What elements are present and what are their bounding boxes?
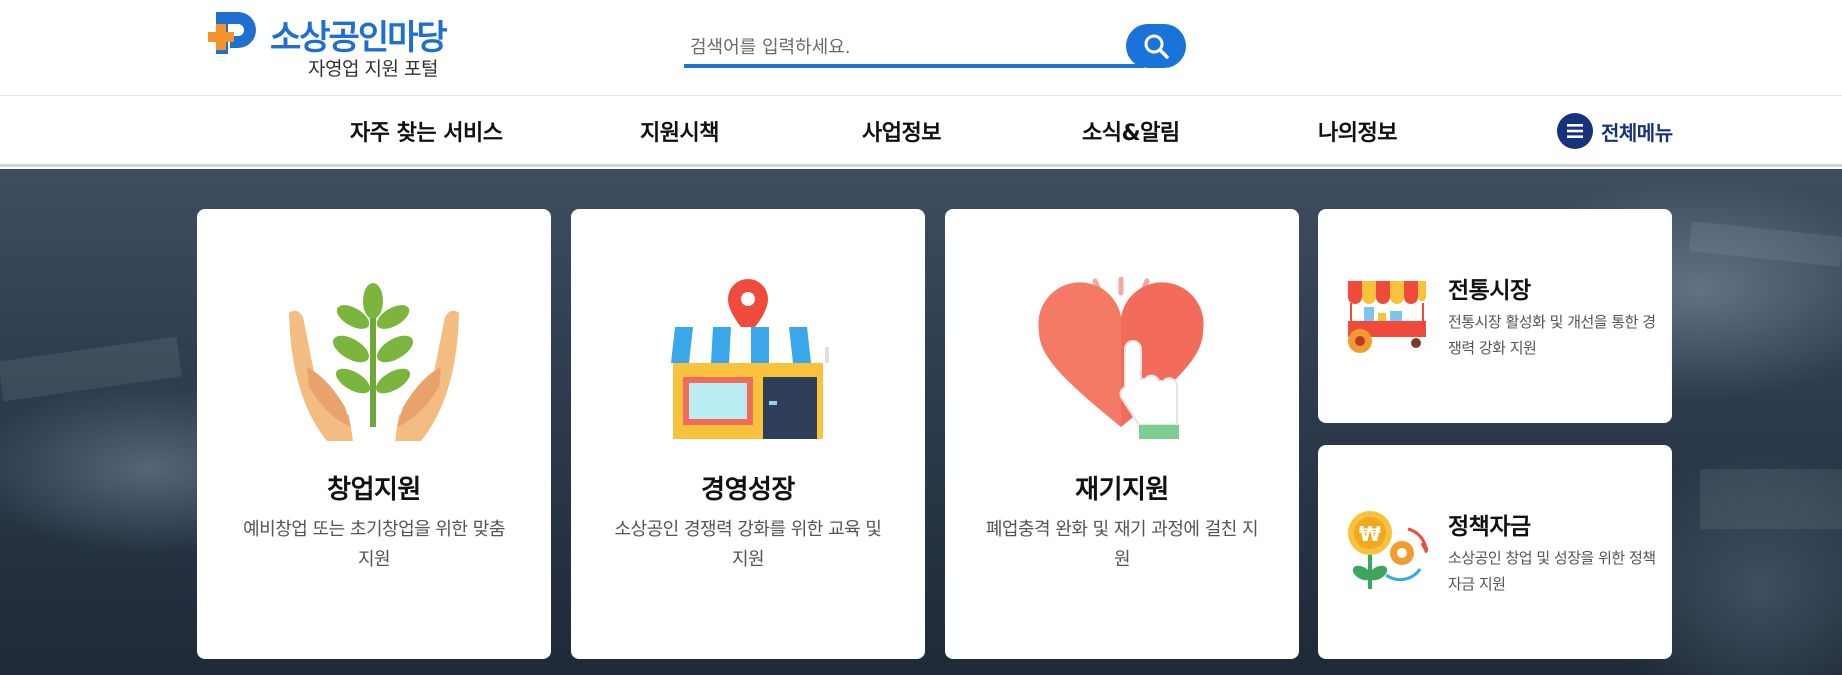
- svg-text:₩: ₩: [1359, 522, 1381, 546]
- logo-mark-icon: [208, 12, 256, 54]
- nav-item-business-info[interactable]: 사업정보: [862, 115, 941, 147]
- card-description: 예비창업 또는 초기창업을 위한 맞춤 지원: [243, 519, 505, 570]
- money-flower-icon: ₩: [1348, 511, 1428, 589]
- search-button[interactable]: [1126, 24, 1186, 68]
- background-blur: [0, 336, 182, 402]
- site-logo[interactable]: 소상공인마당 자영업 지원 포털: [196, 8, 456, 82]
- card-description: 폐업충격 완화 및 재기 과정에 걸친 지원: [985, 519, 1259, 570]
- nav-item-frequent-services[interactable]: 자주 찾는 서비스: [350, 115, 503, 147]
- card-title: 경영성장: [701, 475, 795, 505]
- card-description: 소상공인 경쟁력 강화를 위한 교육 및 지원: [614, 519, 882, 570]
- card-title: 창업지원: [327, 475, 421, 505]
- search-input[interactable]: [684, 22, 1144, 68]
- card-title: 정책자금: [1448, 514, 1531, 540]
- background-blur: [1688, 221, 1842, 267]
- hamburger-icon: [1557, 113, 1593, 149]
- plant-hands-icon: [289, 283, 459, 441]
- logo-name: 소상공인마당: [270, 18, 448, 58]
- card-restart-support[interactable]: 재기지원 폐업충격 완화 및 재기 과정에 걸친 지원: [945, 209, 1299, 659]
- heart-hand-icon: [1038, 277, 1204, 439]
- card-startup-support[interactable]: 창업지원 예비창업 또는 초기창업을 위한 맞춤 지원: [197, 209, 551, 659]
- card-description: 소상공인 창업 및 성장을 위한 정책자금 지원: [1448, 549, 1656, 593]
- store-pin-icon: [669, 279, 829, 439]
- all-menu-label: 전체메뉴: [1601, 120, 1673, 145]
- market-cart-icon: [1348, 281, 1426, 353]
- main-nav: 자주 찾는 서비스 지원시책 사업정보 소식&알림 나의정보 전체메뉴: [0, 97, 1842, 167]
- card-policy-funds[interactable]: ₩ 정책자금 소상공인 창업 및 성장을 위한 정책자금 지원: [1318, 445, 1672, 659]
- site-header: 소상공인마당 자영업 지원 포털: [0, 0, 1842, 96]
- nav-item-news[interactable]: 소식&알림: [1082, 115, 1180, 147]
- nav-item-support-policy[interactable]: 지원시책: [640, 115, 719, 147]
- background-blur: [1700, 469, 1842, 529]
- card-title: 전통시장: [1448, 278, 1531, 304]
- search-icon: [1144, 34, 1169, 59]
- nav-item-my-info[interactable]: 나의정보: [1318, 115, 1397, 147]
- card-traditional-market[interactable]: 전통시장 전통시장 활성화 및 개선을 통한 경쟁력 강화 지원: [1318, 209, 1672, 423]
- card-business-growth[interactable]: 경영성장 소상공인 경쟁력 강화를 위한 교육 및 지원: [571, 209, 925, 659]
- card-description: 전통시장 활성화 및 개선을 통한 경쟁력 강화 지원: [1448, 313, 1656, 357]
- hero-section: 창업지원 예비창업 또는 초기창업을 위한 맞춤 지원 경영성장 소상공인 경쟁…: [0, 169, 1842, 675]
- logo-subtitle: 자영업 지원 포털: [308, 58, 438, 80]
- search-bar: [684, 22, 1186, 70]
- card-title: 재기지원: [1075, 475, 1169, 505]
- all-menu-button[interactable]: 전체메뉴: [1557, 113, 1673, 149]
